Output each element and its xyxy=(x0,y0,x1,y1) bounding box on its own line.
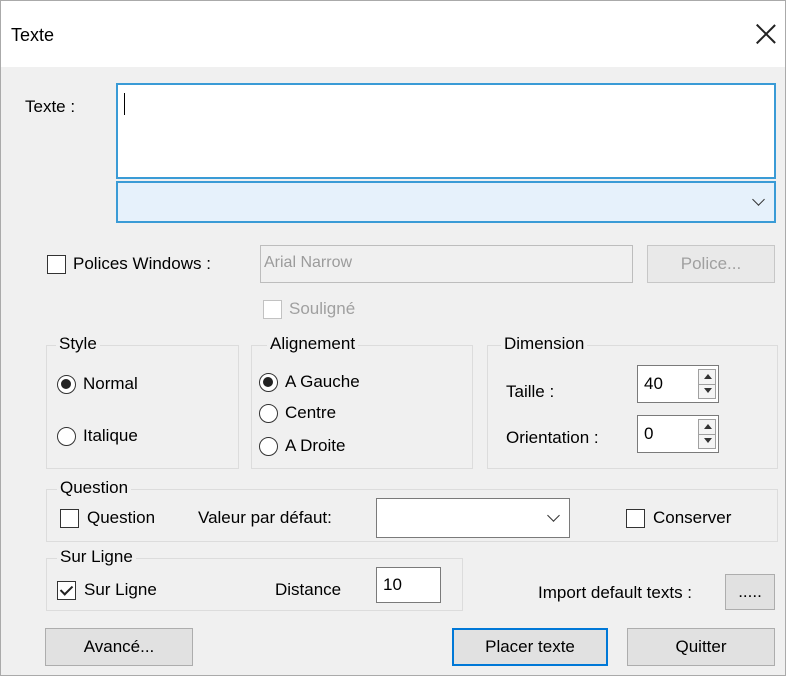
valeur-par-defaut-combo[interactable] xyxy=(376,498,570,538)
distance-value: 10 xyxy=(383,575,402,594)
orientation-spinbox[interactable]: 0 xyxy=(637,415,719,453)
spin-down-icon[interactable] xyxy=(704,438,712,443)
quitter-button[interactable]: Quitter xyxy=(627,628,775,666)
title-bar: Texte xyxy=(1,1,785,67)
align-centre-radio[interactable] xyxy=(259,404,278,423)
distance-input[interactable]: 10 xyxy=(376,567,441,603)
close-icon[interactable] xyxy=(751,19,781,49)
alignement-group-title: Alignement xyxy=(267,334,359,354)
distance-label: Distance xyxy=(275,580,342,599)
spin-up-icon[interactable] xyxy=(704,374,712,379)
spin-down-icon[interactable] xyxy=(704,388,712,393)
import-default-texts-label: Import default texts : xyxy=(538,583,693,602)
placer-texte-button[interactable]: Placer texte xyxy=(452,628,608,666)
souligne-label: Souligné xyxy=(289,299,356,318)
taille-spinbox[interactable]: 40 xyxy=(637,365,719,403)
chevron-down-icon[interactable] xyxy=(547,509,560,522)
dimension-group-title: Dimension xyxy=(501,334,588,354)
orientation-label: Orientation : xyxy=(506,428,599,447)
surligne-group-title: Sur Ligne xyxy=(57,547,136,567)
taille-label: Taille : xyxy=(506,382,555,401)
align-centre-label: Centre xyxy=(285,403,337,422)
font-name-field: Arial Narrow xyxy=(260,245,633,283)
align-droite-radio[interactable] xyxy=(259,437,278,456)
style-group xyxy=(46,345,239,469)
avance-button[interactable]: Avancé... xyxy=(45,628,193,666)
texte-history-combo[interactable] xyxy=(116,181,776,223)
souligne-checkbox xyxy=(263,300,282,319)
window-title: Texte xyxy=(11,25,55,45)
surligne-checkbox-label: Sur Ligne xyxy=(84,580,157,599)
question-checkbox[interactable] xyxy=(60,509,79,528)
align-droite-label: A Droite xyxy=(285,436,346,455)
texte-label: Texte : xyxy=(25,97,76,116)
police-button: Police... xyxy=(647,245,775,283)
import-default-texts-button[interactable]: ..... xyxy=(725,574,775,610)
valeur-par-defaut-label: Valeur par défaut: xyxy=(198,508,332,527)
conserver-label: Conserver xyxy=(653,508,732,527)
spin-divider xyxy=(699,384,715,385)
spin-divider xyxy=(699,434,715,435)
chevron-down-icon[interactable] xyxy=(752,193,765,206)
style-group-title: Style xyxy=(56,334,100,354)
conserver-checkbox[interactable] xyxy=(626,509,645,528)
polices-windows-checkbox[interactable] xyxy=(47,255,66,274)
taille-value: 40 xyxy=(644,374,663,393)
polices-windows-label: Polices Windows : xyxy=(73,254,211,273)
text-caret xyxy=(124,93,125,115)
texte-dialog: Texte Texte : Polices Windows : Arial Na… xyxy=(0,0,786,676)
orientation-spin-buttons[interactable] xyxy=(698,419,716,449)
orientation-value: 0 xyxy=(644,424,654,443)
texte-input[interactable] xyxy=(116,83,776,179)
taille-spin-buttons[interactable] xyxy=(698,369,716,399)
align-gauche-radio[interactable] xyxy=(259,373,278,392)
style-italique-radio[interactable] xyxy=(57,427,76,446)
style-italique-label: Italique xyxy=(83,426,138,445)
spin-up-icon[interactable] xyxy=(704,424,712,429)
question-group-title: Question xyxy=(57,478,132,498)
surligne-checkbox[interactable] xyxy=(57,581,76,600)
dimension-group xyxy=(487,345,778,469)
style-normal-radio[interactable] xyxy=(57,375,76,394)
align-gauche-label: A Gauche xyxy=(285,372,360,391)
style-normal-label: Normal xyxy=(83,374,138,393)
question-checkbox-label: Question xyxy=(87,508,156,527)
